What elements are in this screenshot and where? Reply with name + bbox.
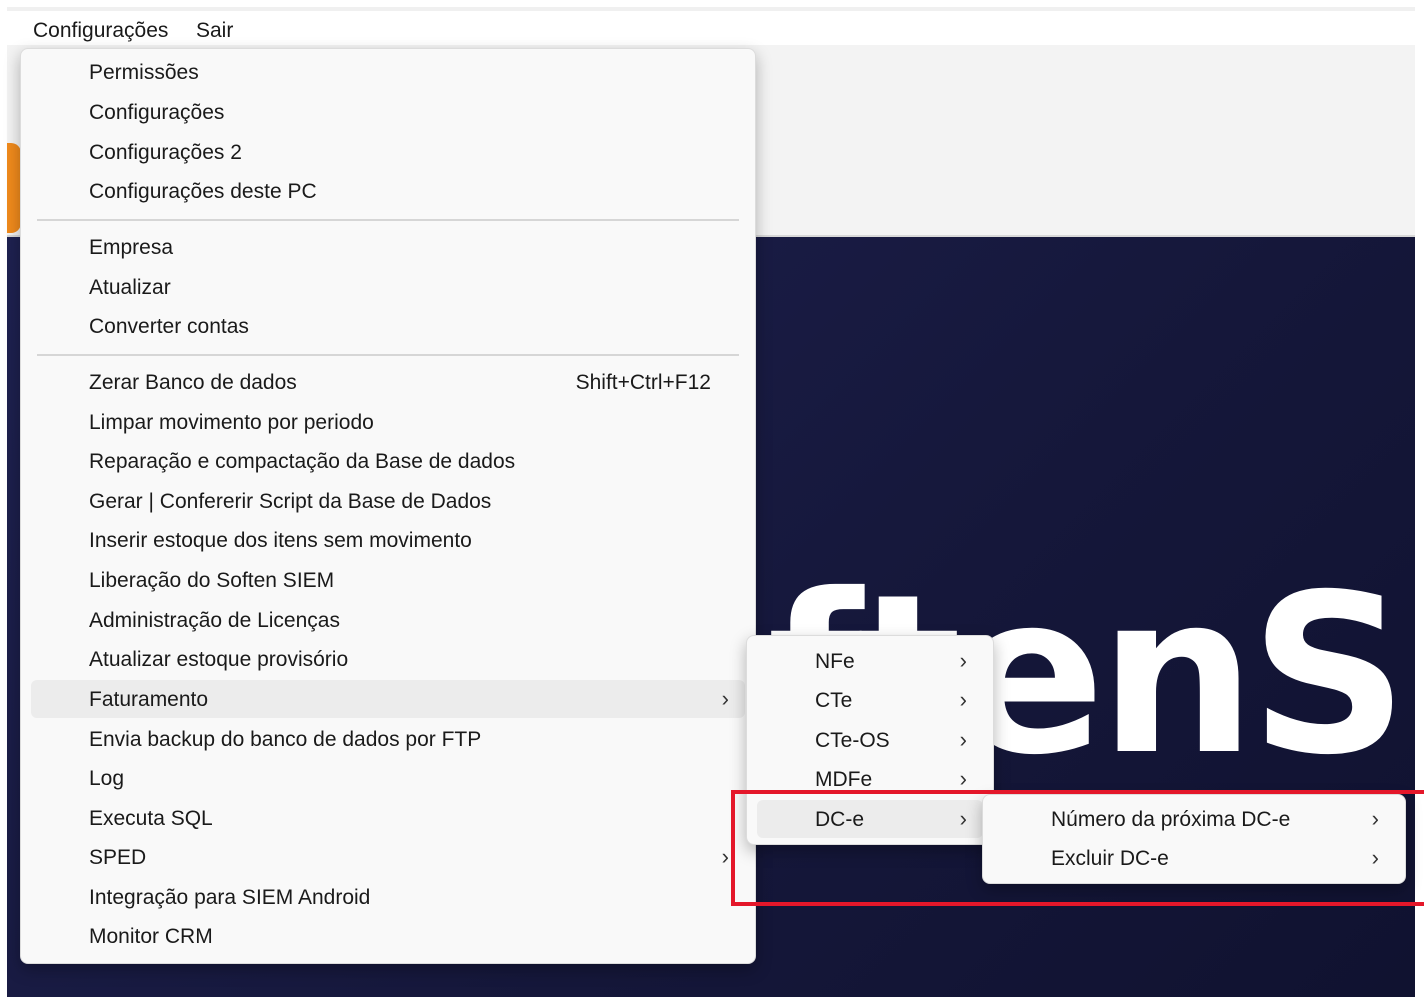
menu-item-label: Atualizar estoque provisório [89, 648, 349, 671]
submenu-item-cte[interactable]: CTe › [757, 681, 983, 719]
menu-item-label: CTe [815, 689, 853, 712]
menu-bar: Configurações Sair [7, 7, 1415, 49]
menu-sair[interactable]: Sair [196, 19, 233, 43]
menu-item-empresa[interactable]: Empresa [31, 228, 745, 266]
menu-item-label: Zerar Banco de dados [89, 371, 297, 394]
menu-item-configuracoes-pc[interactable]: Configurações deste PC [31, 172, 745, 210]
menu-item-label: Empresa [89, 236, 174, 259]
menu-item-label: Executa SQL [89, 807, 213, 830]
menu-item-converter-contas[interactable]: Converter contas [31, 307, 745, 345]
menu-item-permissoes[interactable]: Permissões [31, 53, 745, 91]
menu-item-zerar-banco[interactable]: Zerar Banco de dados Shift+Ctrl+F12 [31, 363, 745, 401]
menu-item-label: CTe-OS [815, 729, 890, 752]
app-logo-fragment [7, 143, 21, 233]
chevron-right-icon: › [721, 844, 729, 869]
menu-item-label: Configurações [89, 101, 225, 124]
menu-item-label: SPED [89, 846, 147, 869]
menu-item-label: Inserir estoque dos itens sem movimento [89, 529, 472, 552]
chevron-right-icon: › [959, 727, 967, 752]
menu-configuracoes[interactable]: Configurações [33, 19, 168, 43]
chevron-right-icon: › [959, 687, 967, 712]
menu-item-label: Atualizar [89, 276, 171, 299]
menu-item-liberacao[interactable]: Liberação do Soften SIEM [31, 561, 745, 599]
menu-item-label: Limpar movimento por periodo [89, 411, 374, 434]
submenu-item-cte-os[interactable]: CTe-OS › [757, 721, 983, 759]
menu-separator [37, 219, 739, 221]
menu-item-backup-ftp[interactable]: Envia backup do banco de dados por FTP [31, 720, 745, 758]
configuracoes-dropdown: Permissões Configurações Configurações 2… [20, 48, 756, 964]
menu-item-reparacao[interactable]: Reparação e compactação da Base de dados [31, 442, 745, 480]
menu-item-licencas[interactable]: Administração de Licenças [31, 601, 745, 639]
menu-item-label: Envia backup do banco de dados por FTP [89, 728, 482, 751]
chevron-right-icon: › [959, 648, 967, 673]
menu-item-inserir-estoque[interactable]: Inserir estoque dos itens sem movimento [31, 521, 745, 559]
menu-item-label: MDFe [815, 768, 873, 791]
menu-item-label: Monitor CRM [89, 925, 213, 948]
menu-item-faturamento[interactable]: Faturamento › [31, 680, 745, 718]
menu-item-limpar-movimento[interactable]: Limpar movimento por periodo [31, 403, 745, 441]
submenu-item-nfe[interactable]: NFe › [757, 642, 983, 680]
menu-item-gerar-script[interactable]: Gerar | Confererir Script da Base de Dad… [31, 482, 745, 520]
menu-item-label: Gerar | Confererir Script da Base de Dad… [89, 490, 492, 513]
menu-item-log[interactable]: Log [31, 759, 745, 797]
menu-item-executa-sql[interactable]: Executa SQL [31, 799, 745, 837]
menu-item-label: Configurações deste PC [89, 180, 317, 203]
shortcut-label: Shift+Ctrl+F12 [575, 371, 711, 394]
menu-item-label: Permissões [89, 61, 199, 84]
menu-item-configuracoes-2[interactable]: Configurações 2 [31, 133, 745, 171]
chevron-right-icon: › [959, 766, 967, 791]
menu-item-configuracoes[interactable]: Configurações [31, 93, 745, 131]
menu-separator [37, 354, 739, 356]
menu-item-sped[interactable]: SPED › [31, 838, 745, 876]
menu-item-label: Converter contas [89, 315, 249, 338]
menu-item-label: Integração para SIEM Android [89, 886, 371, 909]
menu-item-label: Administração de Licenças [89, 609, 340, 632]
menu-item-label: NFe [815, 650, 855, 673]
menu-item-atualizar[interactable]: Atualizar [31, 268, 745, 306]
menu-item-label: Reparação e compactação da Base de dados [89, 450, 516, 473]
menu-item-label: Configurações 2 [89, 141, 242, 164]
menu-item-label: Liberação do Soften SIEM [89, 569, 335, 592]
menu-item-integracao-android[interactable]: Integração para SIEM Android [31, 878, 745, 916]
chevron-right-icon: › [721, 686, 729, 711]
annotation-highlight-box [731, 790, 1424, 906]
menu-item-estoque-provisorio[interactable]: Atualizar estoque provisório [31, 640, 745, 678]
menu-item-label: Log [89, 767, 125, 790]
menu-item-label: Faturamento [89, 688, 209, 711]
menu-item-monitor-crm[interactable]: Monitor CRM [31, 917, 745, 955]
